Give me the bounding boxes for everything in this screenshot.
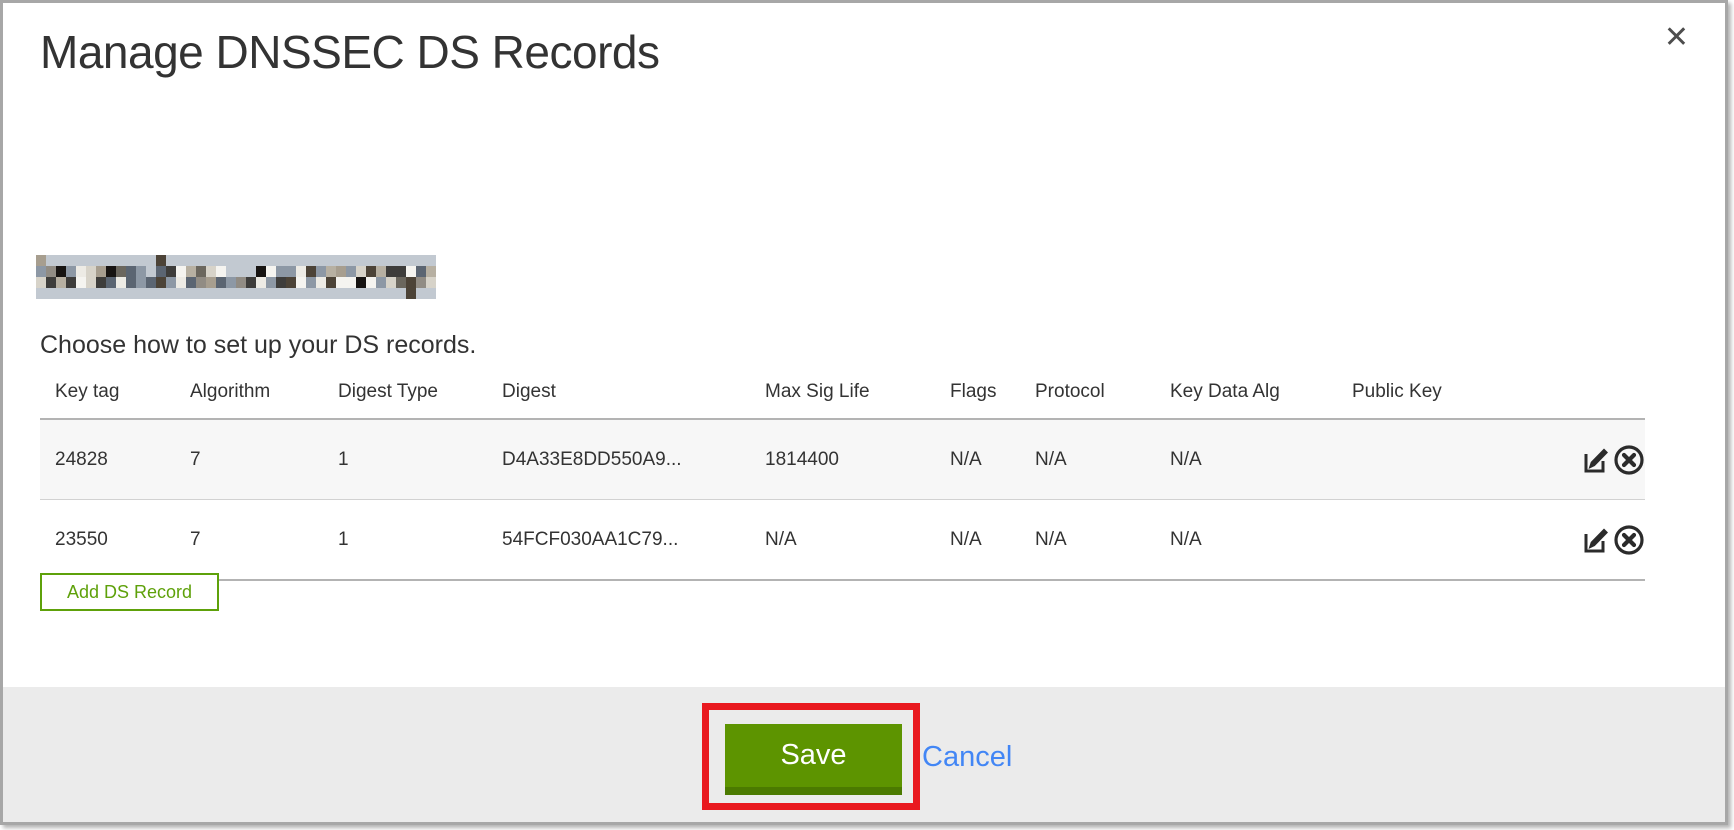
col-actions <box>1567 369 1645 419</box>
col-public-key: Public Key <box>1352 369 1567 419</box>
save-button[interactable]: Save <box>725 724 902 795</box>
cell-max-sig-life: N/A <box>765 500 950 581</box>
cell-digest-type: 1 <box>338 500 502 581</box>
cell-key-data-alg: N/A <box>1170 500 1352 581</box>
cell-algorithm: 7 <box>190 419 338 500</box>
ds-records-table: Key tag Algorithm Digest Type Digest Max… <box>40 369 1645 581</box>
instruction-text: Choose how to set up your DS records. <box>40 331 476 360</box>
col-flags: Flags <box>950 369 1035 419</box>
save-button-highlight: Save <box>702 703 920 810</box>
col-protocol: Protocol <box>1035 369 1170 419</box>
add-ds-record-button[interactable]: Add DS Record <box>40 573 219 611</box>
cell-public-key <box>1352 500 1567 581</box>
manage-dnssec-dialog: ✕ Manage DNSSEC DS Records Choose how to… <box>0 0 1728 825</box>
col-digest-type: Digest Type <box>338 369 502 419</box>
screenshot-page: ✕ Manage DNSSEC DS Records Choose how to… <box>0 0 1734 830</box>
cell-key-data-alg: N/A <box>1170 419 1352 500</box>
cell-key-tag: 23550 <box>40 500 190 581</box>
table-row: 24828 7 1 D4A33E8DD550A9... 1814400 N/A … <box>40 419 1645 500</box>
col-max-sig-life: Max Sig Life <box>765 369 950 419</box>
table-row: 23550 7 1 54FCF030AA1C79... N/A N/A N/A … <box>40 500 1645 581</box>
cell-protocol: N/A <box>1035 419 1170 500</box>
col-algorithm: Algorithm <box>190 369 338 419</box>
cell-algorithm: 7 <box>190 500 338 581</box>
cell-digest: 54FCF030AA1C79... <box>502 500 765 581</box>
col-key-tag: Key tag <box>40 369 190 419</box>
cell-public-key <box>1352 419 1567 500</box>
delete-record-icon[interactable] <box>1613 524 1645 556</box>
edit-record-icon[interactable] <box>1580 444 1612 476</box>
close-icon[interactable]: ✕ <box>1664 23 1689 53</box>
cell-digest-type: 1 <box>338 419 502 500</box>
cell-max-sig-life: 1814400 <box>765 419 950 500</box>
delete-record-icon[interactable] <box>1613 444 1645 476</box>
col-digest: Digest <box>502 369 765 419</box>
table-header-row: Key tag Algorithm Digest Type Digest Max… <box>40 369 1645 419</box>
dialog-title: Manage DNSSEC DS Records <box>40 25 659 79</box>
cell-flags: N/A <box>950 500 1035 581</box>
cancel-link[interactable]: Cancel <box>922 741 1012 774</box>
cell-key-tag: 24828 <box>40 419 190 500</box>
cell-flags: N/A <box>950 419 1035 500</box>
col-key-data-alg: Key Data Alg <box>1170 369 1352 419</box>
cell-protocol: N/A <box>1035 500 1170 581</box>
domain-name-redacted <box>36 255 436 299</box>
cell-digest: D4A33E8DD550A9... <box>502 419 765 500</box>
edit-record-icon[interactable] <box>1580 524 1612 556</box>
dialog-footer: Save Cancel <box>3 687 1725 822</box>
